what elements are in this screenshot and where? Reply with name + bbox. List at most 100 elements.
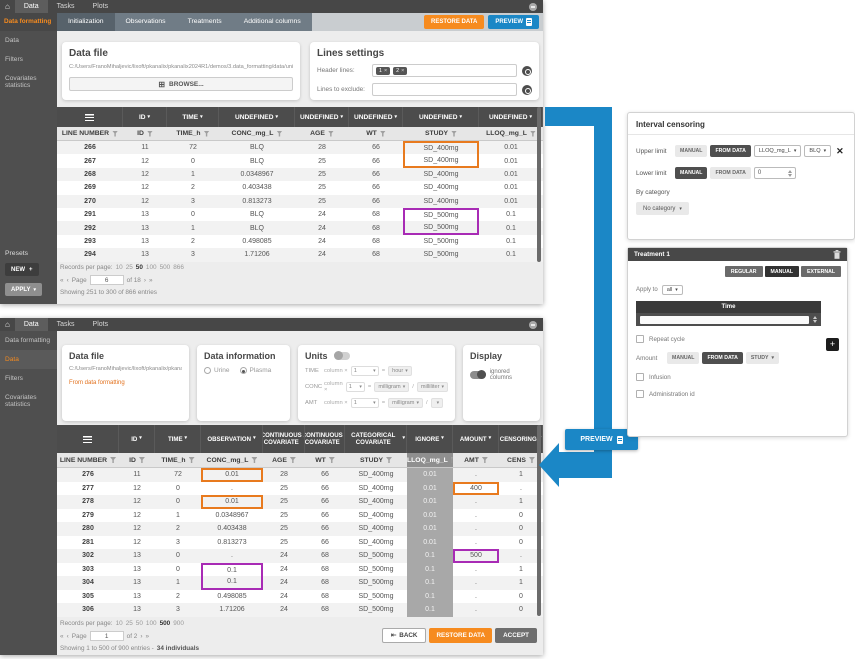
ignored-columns-toggle[interactable]: [470, 371, 486, 379]
filter-icon[interactable]: [328, 131, 334, 137]
column-type-select[interactable]: UNDEFINED▾: [295, 107, 349, 127]
nav-tasks[interactable]: Tasks: [48, 318, 84, 331]
column-type-select[interactable]: UNDEFINED▾: [403, 107, 479, 127]
nav-plots[interactable]: Plots: [84, 0, 118, 13]
sidebar-item-data[interactable]: Data: [0, 31, 57, 50]
column-header-conc-mg-l[interactable]: CONC_mg_L: [201, 453, 263, 467]
apply-to-select[interactable]: all▾: [662, 285, 683, 295]
column-type-select[interactable]: AMOUNT▾: [453, 425, 499, 453]
lower-limit-input[interactable]: 0: [754, 167, 796, 179]
page-size-option[interactable]: 10: [116, 264, 123, 271]
table-row[interactable]: 3061331.712062468SD_500mg0.1.0: [57, 603, 543, 617]
filter-icon[interactable]: [530, 131, 536, 137]
home-icon[interactable]: ⌂: [0, 318, 15, 331]
table-row[interactable]: 2941331.712062468SD_500mg0.1: [57, 248, 543, 261]
upper-column-select[interactable]: LLOQ_mg_L▾: [754, 145, 802, 157]
mode-regular-button[interactable]: REGULAR: [725, 266, 763, 277]
units-toggle[interactable]: [334, 352, 350, 360]
header-lines-clear-button[interactable]: [522, 66, 532, 76]
page-number-input[interactable]: 1: [90, 631, 124, 641]
infusion-checkbox[interactable]: Infusion: [628, 373, 847, 381]
table-row[interactable]: 2801220.4034382566SD_400mg0.01.0: [57, 522, 543, 536]
column-menu-cell[interactable]: [57, 425, 119, 453]
table-row[interactable]: 3051320.4980852468SD_500mg0.1.0: [57, 590, 543, 604]
column-type-select[interactable]: TIME▾: [167, 107, 219, 127]
column-type-select[interactable]: OBSERVATION▾: [201, 425, 263, 453]
prev-page-button[interactable]: ‹: [67, 277, 69, 284]
unit-denominator-select[interactable]: ▾: [431, 398, 444, 408]
filter-icon[interactable]: [147, 131, 153, 137]
column-type-select[interactable]: TIME▾: [155, 425, 201, 453]
table-row[interactable]: 302130.2468SD_500mg0.1500.: [57, 549, 543, 563]
help-bubble-icon[interactable]: [529, 3, 537, 11]
factor-input[interactable]: 1▾: [351, 398, 379, 408]
column-header-amt[interactable]: AMT: [453, 453, 499, 467]
page-size-option[interactable]: 100: [146, 620, 157, 627]
nav-data[interactable]: Data: [15, 0, 48, 13]
spinner-icon[interactable]: [788, 170, 792, 177]
factor-input[interactable]: 1▾: [351, 366, 379, 376]
table-row[interactable]: 2701230.8132732566SD_400mg0.01: [57, 195, 543, 208]
new-preset-button[interactable]: NEW+: [5, 263, 39, 276]
column-header-lloq-mg-l[interactable]: LLOQ_mg_L: [479, 127, 543, 140]
upper-tag-select[interactable]: BLQ▾: [804, 145, 831, 157]
radio-urine[interactable]: Urine: [204, 367, 230, 374]
filter-icon[interactable]: [386, 457, 392, 463]
sidebar-item-filters[interactable]: Filters: [0, 50, 57, 69]
page-size-option[interactable]: 500: [160, 264, 171, 271]
unit-denominator-select[interactable]: milliliter▾: [417, 382, 448, 392]
table-row[interactable]: 2811230.8132732566SD_400mg0.01.0: [57, 536, 543, 550]
column-header-id[interactable]: ID: [119, 453, 155, 467]
column-type-select[interactable]: UNDEFINED▾: [349, 107, 403, 127]
repeat-cycle-checkbox[interactable]: Repeat cycle: [628, 335, 847, 343]
nav-data[interactable]: Data: [15, 318, 48, 331]
next-page-button[interactable]: ›: [144, 277, 146, 284]
filter-icon[interactable]: [380, 131, 386, 137]
unit-select[interactable]: milligram▾: [388, 398, 423, 408]
add-row-button[interactable]: +: [826, 338, 839, 351]
table-row[interactable]: 27611720.012866SD_400mg0.01.1: [57, 468, 543, 482]
sidebar-item-covariates-statistics[interactable]: Covariates statistics: [0, 388, 57, 414]
column-header-time-h[interactable]: TIME_h: [155, 453, 201, 467]
filter-icon[interactable]: [204, 131, 210, 137]
table-row[interactable]: 3041310.12468SD_500mg0.1.1: [57, 576, 543, 590]
amount-from-data-button[interactable]: FROM DATA: [702, 352, 742, 364]
by-category-select[interactable]: No category▾: [636, 202, 689, 215]
filter-icon[interactable]: [139, 457, 145, 463]
table-row[interactable]: 2661172BLQ2866SD_400mg0.01: [57, 141, 543, 154]
tab-initialization[interactable]: Initialization: [57, 13, 115, 31]
column-type-select[interactable]: ID▾: [123, 107, 167, 127]
spinner-icon[interactable]: [813, 316, 817, 323]
last-page-button[interactable]: »: [149, 277, 153, 284]
column-header-age[interactable]: AGE: [263, 453, 305, 467]
trash-icon[interactable]: [833, 250, 841, 259]
header-lines-input[interactable]: 1×2×: [372, 64, 517, 77]
factor-input[interactable]: 1▾: [346, 382, 365, 392]
page-size-option[interactable]: 10: [116, 620, 123, 627]
table-row[interactable]: 2931320.4980852468SD_500mg0.1: [57, 235, 543, 248]
sidebar-item-data[interactable]: Data: [0, 350, 57, 369]
sidebar-item-data-formatting[interactable]: Data formatting: [0, 331, 57, 350]
mode-external-button[interactable]: EXTERNAL: [801, 266, 841, 277]
amount-manual-button[interactable]: MANUAL: [667, 352, 699, 364]
filter-icon[interactable]: [451, 131, 457, 137]
dose-time-row[interactable]: [636, 313, 821, 326]
table-scrollbar[interactable]: [537, 107, 541, 262]
table-row[interactable]: 2691220.4034382566SD_400mg0.01: [57, 181, 543, 194]
preview-button[interactable]: PREVIEW: [488, 15, 539, 29]
page-size-option[interactable]: 500: [160, 620, 171, 627]
restore-data-button[interactable]: RESTORE DATA: [429, 628, 492, 643]
column-type-select[interactable]: CONTINUOUS COVARIATE▾: [305, 425, 345, 453]
column-type-select[interactable]: CONTINUOUS COVARIATE▾: [263, 425, 305, 453]
apply-preset-button[interactable]: APPLY▾: [5, 283, 42, 296]
lines-exclude-clear-button[interactable]: [522, 85, 532, 95]
filter-icon[interactable]: [529, 457, 535, 463]
page-size-option[interactable]: 100: [146, 264, 157, 271]
page-size-option[interactable]: 900: [173, 620, 184, 627]
column-type-select[interactable]: CATEGORICAL COVARIATE▾: [345, 425, 407, 453]
column-header-lloq-mg-l[interactable]: LLOQ_mg_L: [407, 453, 453, 467]
lower-from-data-button[interactable]: FROM DATA: [710, 167, 750, 179]
header-line-tag[interactable]: 2×: [393, 67, 407, 75]
upper-manual-button[interactable]: MANUAL: [675, 145, 707, 157]
filter-icon[interactable]: [189, 457, 195, 463]
